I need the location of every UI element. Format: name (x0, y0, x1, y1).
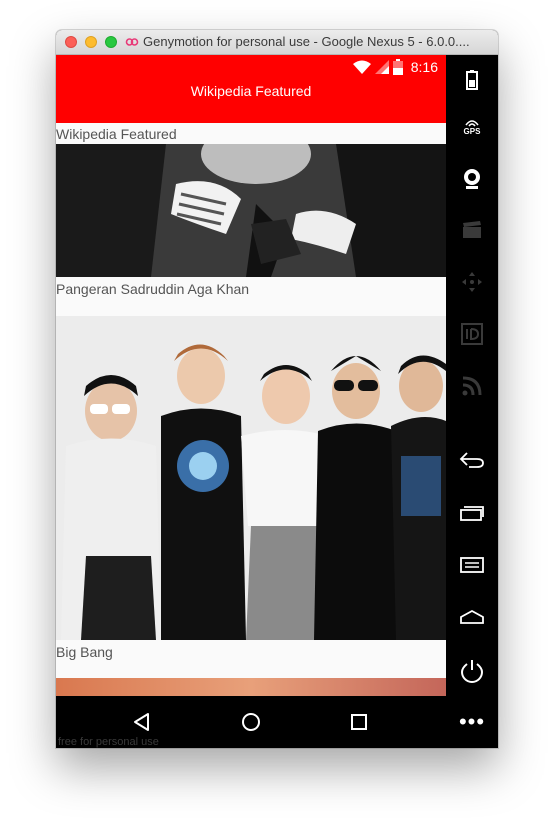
portrait-photo[interactable] (56, 144, 446, 277)
device-id-widget-button[interactable] (452, 314, 492, 354)
status-time: 8:16 (410, 59, 438, 75)
capture-widget-button[interactable] (452, 210, 492, 250)
menu-icon (460, 557, 484, 573)
side-menu-button[interactable] (452, 545, 492, 585)
back-icon (134, 713, 149, 731)
network-widget-button[interactable] (452, 366, 492, 406)
webcam-icon (464, 169, 480, 189)
android-screen: 8:16 Wikipedia Featured Wikipedia Featur… (56, 55, 446, 748)
close-window-button[interactable] (65, 36, 77, 48)
list-item-caption: Pangeran Sadruddin Aga Khan (56, 281, 250, 297)
move-widget-button[interactable] (452, 262, 492, 302)
list-header: Wikipedia Featured (56, 126, 177, 142)
side-back-button[interactable] (452, 440, 492, 480)
genymotion-toolbar: GPS ••• (446, 55, 498, 748)
group-photo[interactable] (56, 316, 446, 640)
id-icon (461, 323, 483, 345)
recents-icon (351, 714, 367, 730)
sunset-photo[interactable] (56, 678, 446, 696)
side-recents-button[interactable] (452, 493, 492, 533)
list-item-caption: Big Bang (56, 644, 113, 660)
side-home-button[interactable] (452, 597, 492, 637)
wifi-icon (352, 60, 371, 74)
battery-icon (466, 70, 478, 90)
more-dots-icon: ••• (458, 709, 486, 734)
window-title: Genymotion for personal use - Google Nex… (143, 34, 470, 49)
title-bar: Genymotion for personal use - Google Nex… (56, 30, 498, 55)
webcam-widget-button[interactable] (452, 159, 492, 199)
minimize-window-button[interactable] (85, 36, 97, 48)
nav-back-button[interactable] (126, 706, 158, 738)
nav-recents-button[interactable] (343, 706, 375, 738)
power-button[interactable] (452, 651, 492, 691)
watermark-text: free for personal use (58, 736, 159, 748)
clapper-icon (463, 221, 481, 238)
more-options-button[interactable]: ••• (452, 702, 492, 742)
feed-list[interactable]: Wikipedia Featured Pangeran Sadruddin Ag… (56, 123, 446, 696)
app-title: Wikipedia Featured (190, 83, 312, 99)
move-icon (462, 272, 482, 292)
android-nav-bar: free for personal use (56, 696, 446, 748)
emulator-window: Genymotion for personal use - Google Nex… (56, 30, 498, 748)
battery-icon (392, 59, 403, 75)
genymotion-logo-icon (125, 38, 139, 46)
battery-widget-button[interactable] (452, 60, 492, 100)
power-icon (460, 660, 484, 683)
recents-icon (460, 506, 484, 521)
back-icon (459, 452, 484, 468)
home-icon (242, 713, 260, 731)
rss-icon (462, 376, 482, 396)
gps-label: GPS (463, 127, 481, 136)
signal-icon (374, 60, 389, 74)
maximize-window-button[interactable] (105, 36, 117, 48)
gps-widget-button[interactable]: GPS (452, 107, 492, 147)
app-bar: Wikipedia Featured (56, 79, 446, 123)
nav-home-button[interactable] (235, 706, 267, 738)
home-icon (460, 609, 484, 624)
status-bar: 8:16 (56, 55, 446, 79)
gps-icon (465, 120, 479, 127)
